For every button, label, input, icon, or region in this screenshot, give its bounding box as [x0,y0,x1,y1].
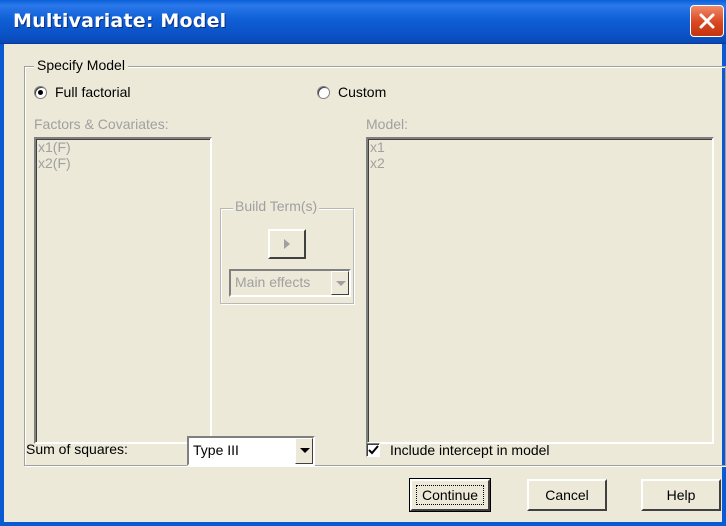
focus-rect [416,485,484,505]
include-intercept-checkbox[interactable] [366,443,380,457]
chevron-down-icon[interactable] [331,271,349,295]
chevron-down-icon[interactable] [295,438,313,464]
close-icon [699,13,715,29]
build-terms-legend: Build Term(s) [233,198,320,214]
checkmark-icon [368,445,379,455]
list-item[interactable]: x1 [368,139,712,155]
cancel-button[interactable]: Cancel [527,479,607,511]
model-list[interactable]: x1 x2 [366,137,714,444]
custom-radio[interactable]: Custom [317,84,386,100]
custom-label: Custom [338,84,387,100]
build-term-type-dropdown[interactable]: Main effects [229,269,351,297]
full-factorial-label: Full factorial [55,84,131,100]
window-title: Multivariate: Model [13,10,227,32]
dialog-body: Specify Model Full factorial Custom Fact… [0,44,726,526]
continue-button[interactable]: Continue [409,478,491,512]
full-factorial-radio[interactable]: Full factorial [34,84,130,100]
factors-covariates-list[interactable]: x1(F) x2(F) [34,137,212,444]
specify-model-legend: Specify Model [34,57,128,73]
sum-of-squares-dropdown[interactable]: Type III [187,436,315,466]
list-item[interactable]: x2(F) [36,155,210,171]
factors-covariates-label: Factors & Covariates: [34,116,169,132]
list-item[interactable]: x1(F) [36,139,210,155]
build-term-type-value: Main effects [235,274,311,290]
help-button[interactable]: Help [641,479,721,511]
sum-of-squares-label: Sum of squares: [26,441,128,457]
include-intercept-label: Include intercept in model [390,442,550,458]
model-label: Model: [366,116,409,132]
help-label: Help [666,487,696,503]
sum-of-squares-value: Type III [193,442,239,458]
move-term-button[interactable] [268,229,306,259]
close-button[interactable] [690,5,724,37]
radio-button-checked[interactable] [34,85,47,99]
title-bar[interactable]: Multivariate: Model [0,0,726,44]
list-item[interactable]: x2 [368,155,712,171]
cancel-label: Cancel [545,487,589,503]
radio-button-unchecked[interactable] [317,85,330,99]
